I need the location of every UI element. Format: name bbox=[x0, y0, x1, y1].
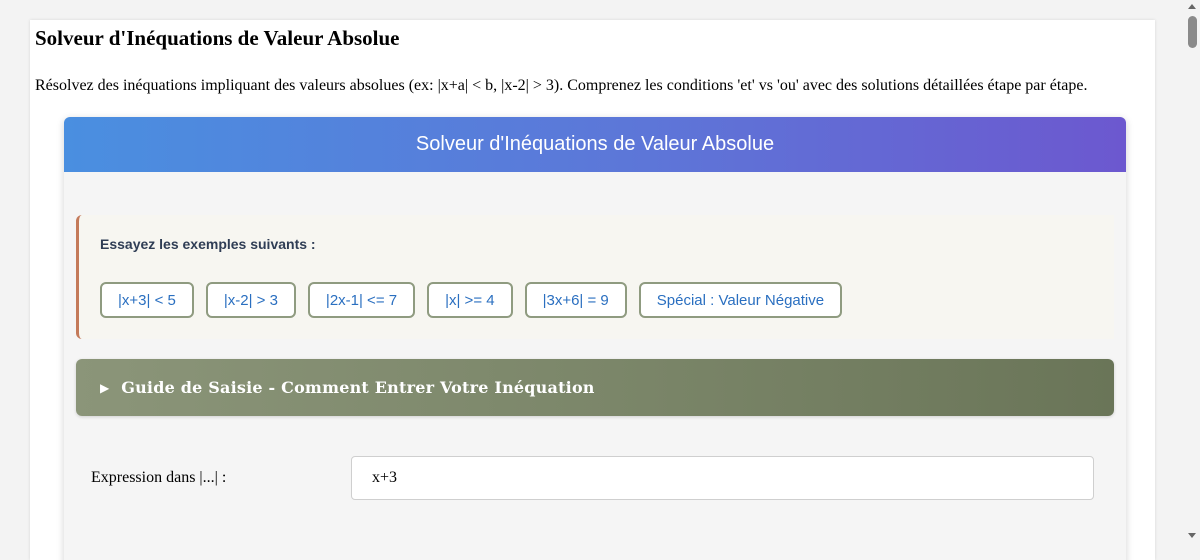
example-button-special-negative[interactable]: Spécial : Valeur Négative bbox=[638, 282, 843, 318]
scroll-up-arrow-icon[interactable] bbox=[1188, 4, 1196, 9]
examples-label: Essayez les exemples suivants : bbox=[100, 236, 316, 252]
examples-buttons: |x+3| < 5 |x-2| > 3 |2x-1| <= 7 |x| >= 4… bbox=[100, 282, 843, 318]
scroll-down-arrow-icon[interactable] bbox=[1188, 533, 1196, 538]
expression-label: Expression dans |...| : bbox=[91, 469, 227, 486]
card-header-title: Solveur d'Inéquations de Valeur Absolue bbox=[415, 133, 775, 155]
example-button-abs-3x-plus-6-eq-9[interactable]: |3x+6| = 9 bbox=[524, 282, 627, 318]
solver-card: Solveur d'Inéquations de Valeur Absolue … bbox=[64, 117, 1126, 560]
example-button-abs-x-ge-4[interactable]: |x| >= 4 bbox=[427, 282, 513, 318]
input-guide-toggle[interactable]: ▶ Guide de Saisie - Comment Entrer Votre… bbox=[76, 359, 1114, 416]
page-container: Solveur d'Inéquations de Valeur Absolue … bbox=[30, 20, 1155, 560]
page-title: Solveur d'Inéquations de Valeur Absolue bbox=[35, 26, 400, 50]
example-button-abs-x-minus-2-gt-3[interactable]: |x-2| > 3 bbox=[205, 282, 296, 318]
scrollbar-thumb[interactable] bbox=[1188, 16, 1197, 48]
expand-arrow-icon: ▶ bbox=[100, 380, 110, 395]
examples-panel: Essayez les exemples suivants : |x+3| < … bbox=[76, 215, 1114, 339]
page-scrollbar[interactable] bbox=[1185, 0, 1200, 543]
expression-input[interactable] bbox=[351, 456, 1094, 500]
card-header: Solveur d'Inéquations de Valeur Absolue bbox=[64, 117, 1126, 172]
example-button-abs-x-plus-3-lt-5[interactable]: |x+3| < 5 bbox=[100, 282, 194, 318]
example-button-abs-2x-minus-1-le-7[interactable]: |2x-1| <= 7 bbox=[307, 282, 416, 318]
input-guide-label: Guide de Saisie - Comment Entrer Votre I… bbox=[121, 378, 595, 397]
page-description: Résolvez des inéquations impliquant des … bbox=[35, 77, 1088, 94]
